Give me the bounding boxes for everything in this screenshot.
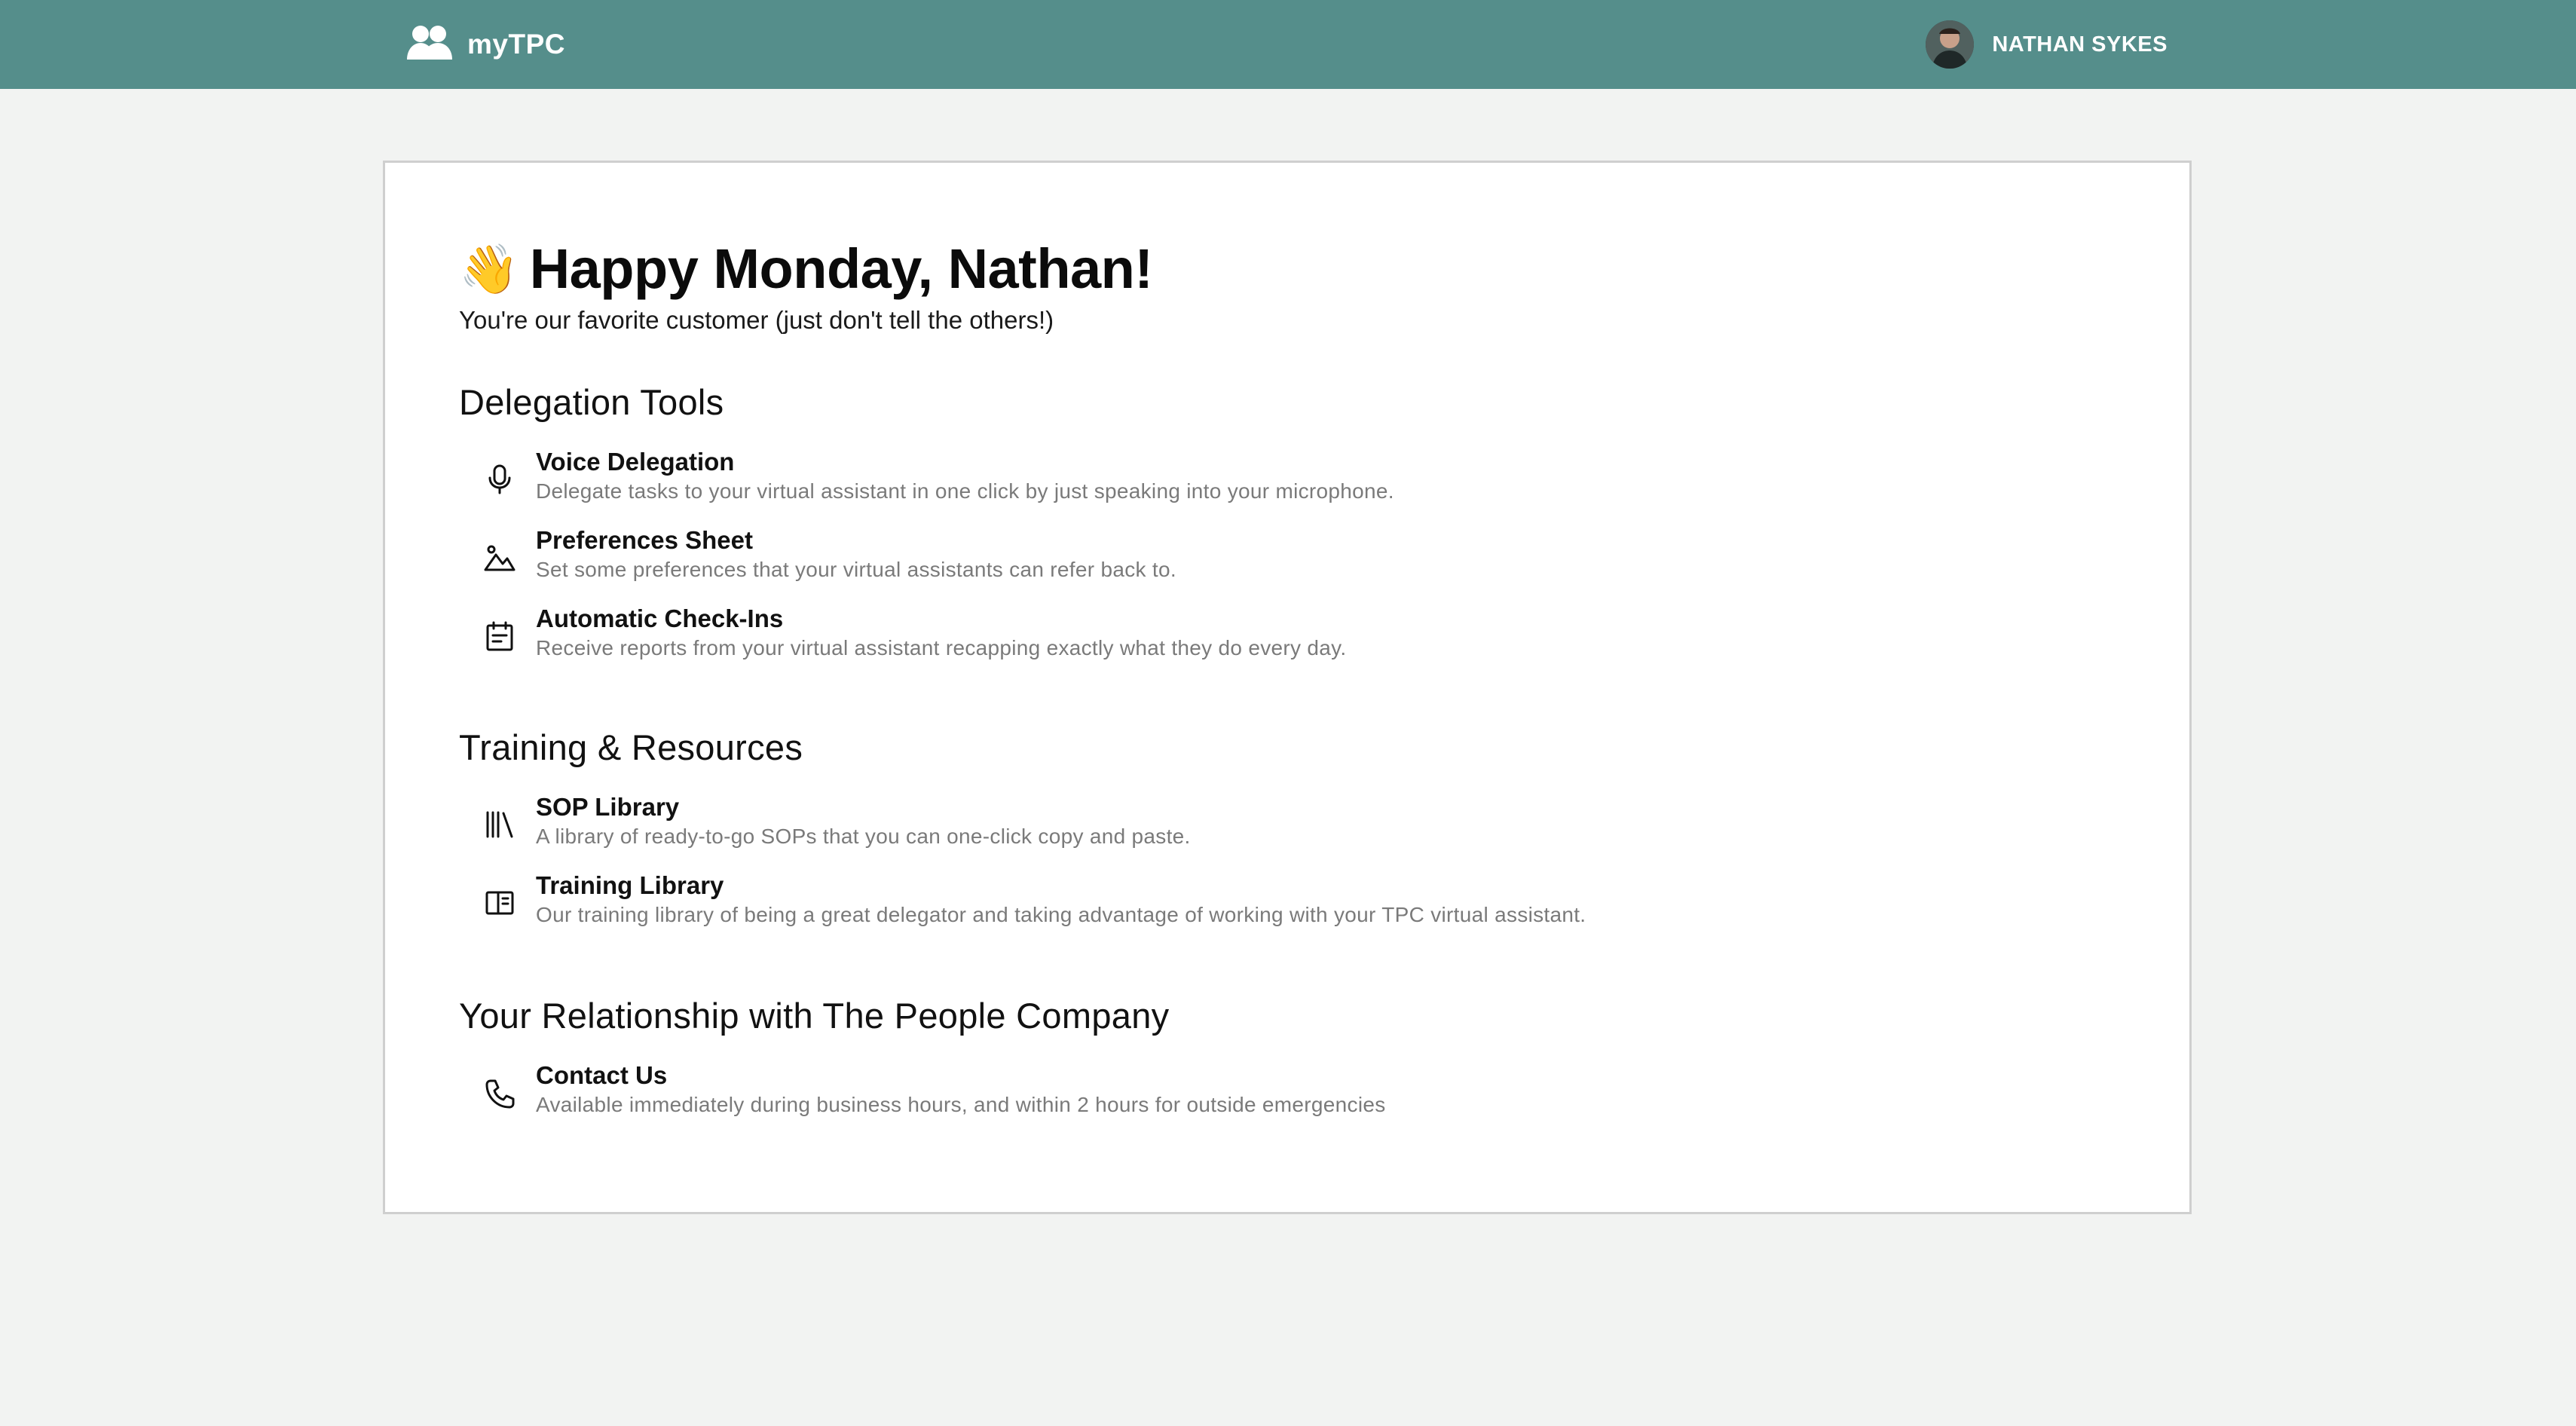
automatic-check-ins-title: Automatic Check-Ins (536, 604, 784, 632)
automatic-check-ins-text: Automatic Check-Ins Receive reports from… (536, 603, 1346, 662)
sop-library-title: SOP Library (536, 793, 680, 821)
waving-hand-icon: 👋 (459, 241, 519, 296)
home-logo-link[interactable]: myTPC (405, 21, 565, 68)
voice-delegation-text: Voice Delegation Delegate tasks to your … (536, 446, 1394, 505)
contact-us-link[interactable]: Contact Us Available immediately during … (483, 1060, 1386, 1118)
contact-us-text: Contact Us Available immediately during … (536, 1060, 1386, 1118)
automatic-check-ins-description: Receive reports from your virtual assist… (536, 636, 1347, 659)
voice-delegation-link[interactable]: Voice Delegation Delegate tasks to your … (483, 446, 1394, 505)
greeting-text: Happy Monday, Nathan! (529, 237, 1153, 300)
users-icon (405, 23, 454, 66)
contact-us-title: Contact Us (536, 1061, 668, 1089)
app-name: myTPC (467, 29, 565, 60)
contact-us-description: Available immediately during business ho… (536, 1093, 1386, 1116)
voice-delegation-title: Voice Delegation (536, 448, 735, 476)
greeting-subtitle: You're our favorite customer (just don't… (459, 306, 1054, 334)
preferences-sheet-link[interactable]: Preferences Sheet Set some preferences t… (483, 525, 1176, 583)
phone-icon (483, 1076, 516, 1109)
section-title-relationship: Your Relationship with The People Compan… (459, 996, 1170, 1036)
section-title-training-resources: Training & Resources (459, 727, 803, 767)
section-title-delegation-tools: Delegation Tools (459, 382, 724, 422)
training-library-text: Training Library Our training library of… (536, 870, 1586, 929)
calendar-report-icon (483, 620, 516, 653)
sop-library-link[interactable]: SOP Library A library of ready-to-go SOP… (483, 791, 1191, 850)
training-library-link[interactable]: Training Library Our training library of… (483, 870, 1586, 929)
user-name: NATHAN SYKES (1992, 32, 2168, 57)
top-navigation-bar: myTPC NATHAN SYKES (0, 0, 2576, 89)
sop-library-text: SOP Library A library of ready-to-go SOP… (536, 791, 1191, 850)
greeting-heading: 👋 Happy Monday, Nathan! (459, 237, 1153, 301)
training-library-title: Training Library (536, 871, 724, 899)
landscape-icon (483, 541, 516, 574)
avatar (1926, 20, 1975, 69)
library-icon (483, 808, 516, 841)
microphone-icon (483, 463, 516, 496)
automatic-check-ins-link[interactable]: Automatic Check-Ins Receive reports from… (483, 603, 1346, 662)
user-menu[interactable]: NATHAN SYKES (1926, 18, 2168, 71)
sop-library-description: A library of ready-to-go SOPs that you c… (536, 825, 1191, 848)
training-library-description: Our training library of being a great de… (536, 903, 1586, 926)
book-layout-icon (483, 886, 516, 920)
voice-delegation-description: Delegate tasks to your virtual assistant… (536, 479, 1394, 503)
preferences-sheet-description: Set some preferences that your virtual a… (536, 558, 1176, 581)
preferences-sheet-text: Preferences Sheet Set some preferences t… (536, 525, 1176, 583)
preferences-sheet-title: Preferences Sheet (536, 526, 753, 554)
dashboard-card: 👋 Happy Monday, Nathan! You're our favor… (383, 161, 2192, 1214)
